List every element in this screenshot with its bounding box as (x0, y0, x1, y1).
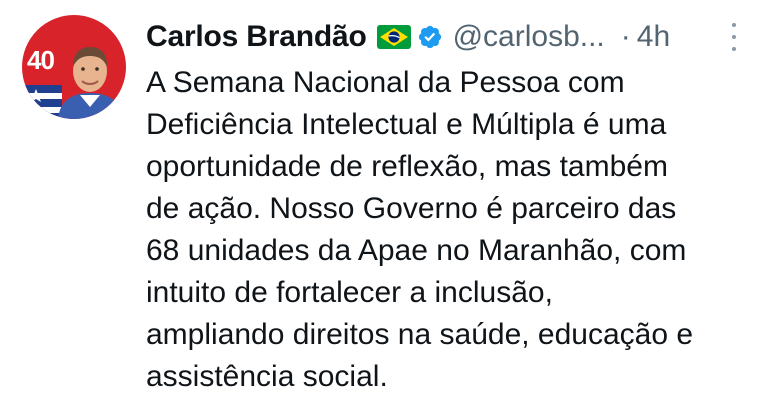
tweet-text-line: assistência social. (146, 360, 388, 393)
tweet-text-line: de ação. Nosso Governo é parceiro das (146, 192, 677, 225)
more-dot (732, 35, 736, 39)
tweet-text: A Semana Nacional da Pessoa com Deficiên… (146, 62, 761, 398)
tweet-text-line: Deficiência Intelectual e Múltipla é uma (146, 108, 667, 141)
tweet-text-line: ampliando direitos na saúde, educação e (146, 318, 694, 351)
more-dot (732, 47, 736, 51)
tweet-text-line: oportunidade de reflexão, mas também (146, 150, 668, 183)
author-handle[interactable]: @carlosb... (453, 20, 605, 54)
avatar-badge-text: 40 (27, 45, 55, 75)
brazil-flag-icon (376, 25, 411, 49)
separator-dot: · (620, 20, 631, 53)
tweet-text-line: A Semana Nacional da Pessoa com (146, 66, 625, 99)
avatar[interactable]: 40 (22, 15, 126, 119)
tweet-header: Carlos Brandão @carlosb... · 4h (146, 16, 756, 58)
tweet-timestamp[interactable]: 4h (637, 20, 670, 54)
more-dot (732, 23, 736, 27)
tweet-text-line: 68 unidades da Apae no Maranhão, com (146, 234, 687, 267)
author-name[interactable]: Carlos Brandão (146, 20, 367, 54)
tweet-text-line: intuito de fortalecer a inclusão, (146, 276, 553, 309)
verified-badge-icon (417, 24, 443, 50)
more-options-icon[interactable] (727, 20, 741, 54)
tweet[interactable]: 40 Carlos Brandão @carlosb... · 4h A Sem… (0, 0, 768, 413)
